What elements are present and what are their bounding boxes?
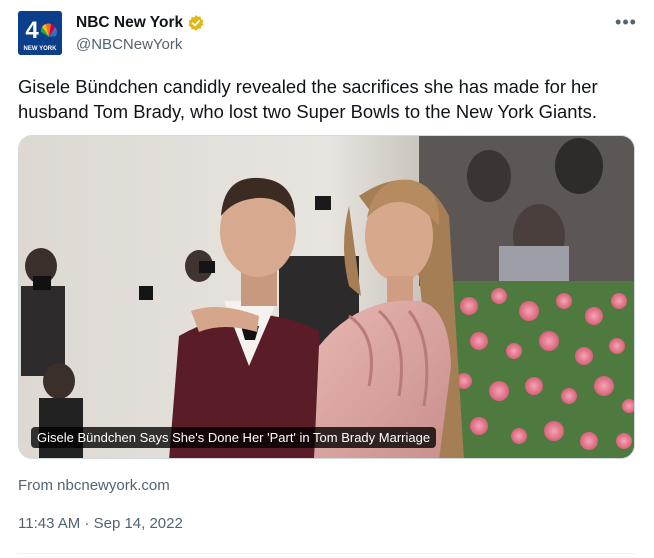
logo-text: NEW YORK xyxy=(24,46,58,52)
media-caption: Gisele Bündchen Says She's Done Her 'Par… xyxy=(31,427,437,448)
author-name-row: NBC New York xyxy=(76,13,205,33)
more-options-button[interactable]: ••• xyxy=(614,12,638,32)
photo-illustration xyxy=(19,136,634,458)
author-name[interactable]: NBC New York xyxy=(76,14,183,32)
author-handle[interactable]: @NBCNewYork xyxy=(76,36,205,53)
logo-number: 4 xyxy=(25,17,39,44)
divider xyxy=(18,553,636,554)
nbc-4-avatar[interactable]: 4 NEW YORK xyxy=(18,11,62,55)
more-dots-icon: ••• xyxy=(615,12,637,32)
author-block: NBC New York @NBCNewYork xyxy=(76,13,205,53)
verified-badge-icon[interactable] xyxy=(187,14,205,32)
tweet-card: 4 NEW YORK NBC New York @NBCNewYork ••• … xyxy=(0,0,654,558)
tweet-text: Gisele Bündchen candidly revealed the sa… xyxy=(18,76,598,122)
nbc-peacock-logo-icon: 4 NEW YORK xyxy=(18,11,62,55)
tweet-timestamp[interactable]: 11:43 AM · Sep 14, 2022 xyxy=(18,515,183,532)
tweet-media-image[interactable]: Gisele Bündchen Says She's Done Her 'Par… xyxy=(18,135,635,459)
link-source[interactable]: From nbcnewyork.com xyxy=(18,477,170,494)
